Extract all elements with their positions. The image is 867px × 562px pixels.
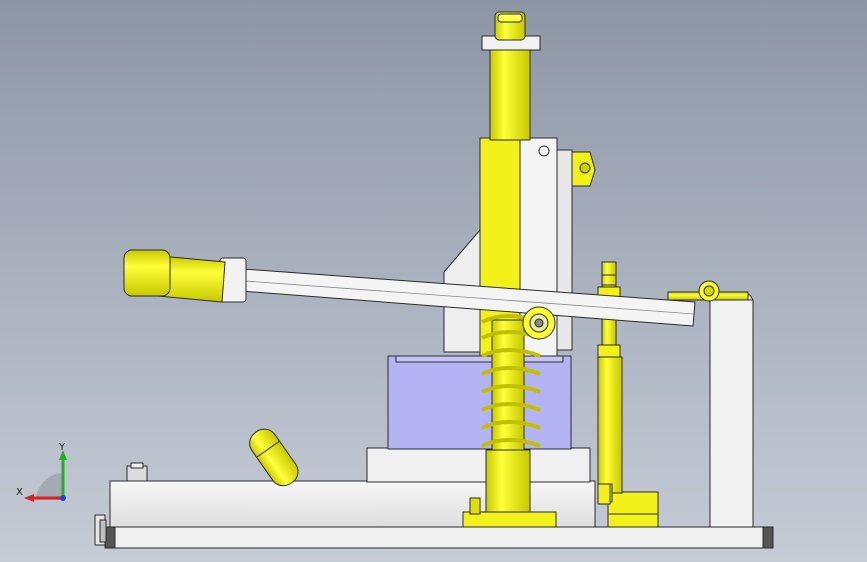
y-axis-label: Y xyxy=(59,442,66,453)
edge-bolt-head xyxy=(99,519,107,543)
x-axis-label: X xyxy=(16,487,23,498)
blue-block xyxy=(387,355,572,450)
base-plate xyxy=(111,526,767,549)
platform-nut-top xyxy=(130,462,144,469)
adjuster-body xyxy=(597,356,623,494)
housing-hole xyxy=(538,145,550,157)
mechanism-model[interactable] xyxy=(0,0,867,562)
right-post xyxy=(709,299,754,528)
post-bracket-roller-pin xyxy=(703,285,715,297)
lower-pillar xyxy=(485,449,531,517)
coordinate-triad xyxy=(24,450,67,502)
rod-cap-ring xyxy=(497,13,523,23)
housing-side-plate xyxy=(556,149,573,351)
base-plate-end-right xyxy=(762,526,774,549)
adjuster-nut-mid xyxy=(597,344,621,358)
lever-handle-cap xyxy=(123,249,171,297)
pillar-foot-bolt xyxy=(469,497,481,515)
upper-rod xyxy=(489,43,531,141)
side-nut xyxy=(597,483,611,505)
cad-viewport[interactable]: X Y xyxy=(0,0,867,562)
raised-block xyxy=(366,447,591,483)
bottom-right-box xyxy=(607,491,659,528)
z-axis-dot xyxy=(60,495,66,501)
